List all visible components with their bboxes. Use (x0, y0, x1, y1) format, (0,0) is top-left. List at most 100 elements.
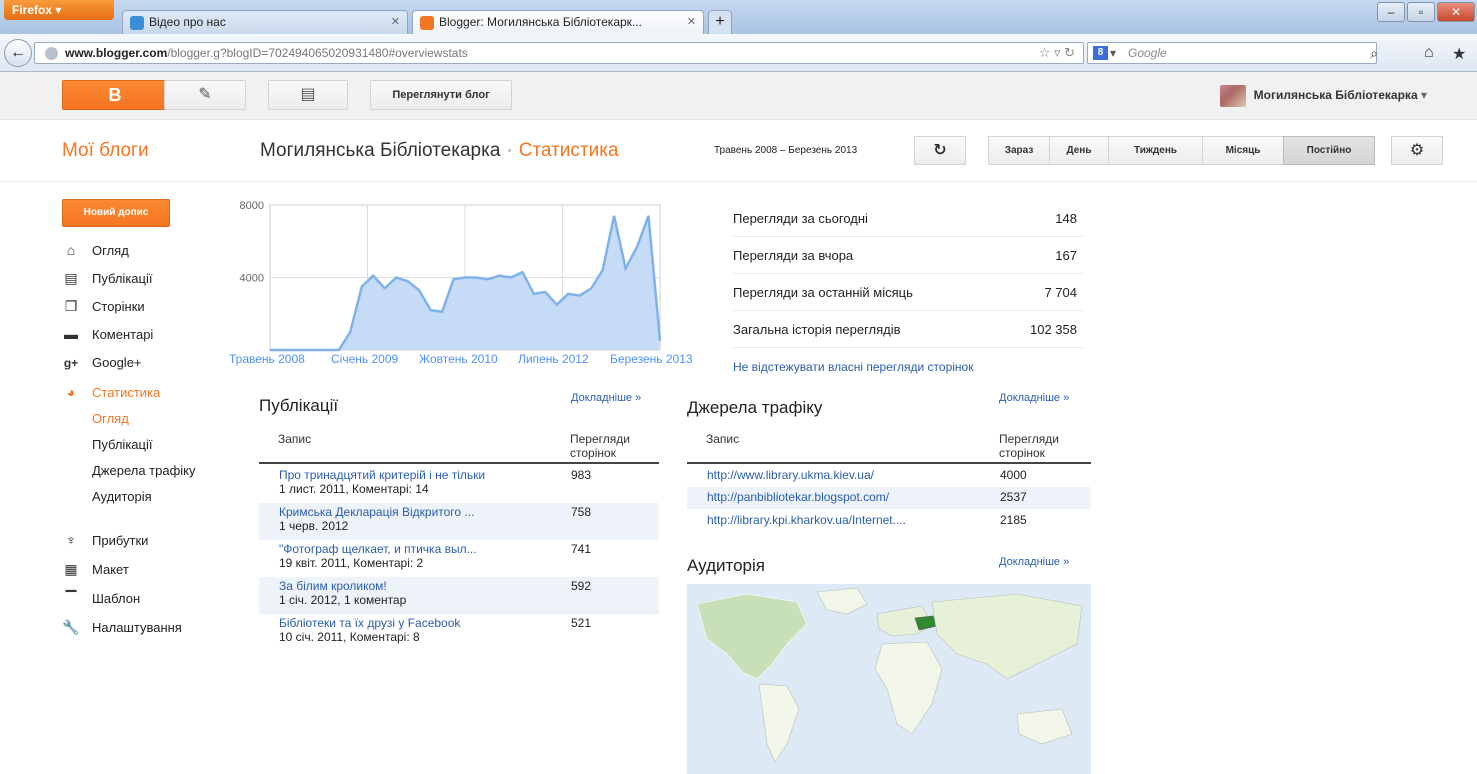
wrench-icon: 🔧 (62, 619, 80, 635)
traffic-section-title: Джерела трафіку (687, 398, 823, 417)
post-link[interactable]: За білим кроликом! (279, 579, 387, 593)
tab-blogger[interactable]: Blogger: Могилянська Бібліотекарк... ✕ (412, 10, 704, 34)
posts-table-rule (259, 462, 659, 464)
maximize-button[interactable]: ▫ (1407, 2, 1435, 22)
chart-point (648, 215, 649, 217)
post-link[interactable]: Кримська Декларація Відкритого ... (279, 505, 474, 519)
new-tab-button[interactable]: + (708, 10, 732, 34)
traffic-source-link[interactable]: http://library.kpi.kharkov.ua/Internet..… (707, 513, 906, 527)
period-now-button[interactable]: Зараз (988, 136, 1050, 165)
chart-point (487, 278, 489, 280)
stat-row-month: Перегляди за останній місяць 7 704 (733, 274, 1083, 311)
sidebar-item-google-plus[interactable]: g+ Google+ (62, 355, 142, 370)
home-icon: ⌂ (66, 242, 76, 258)
period-day-button[interactable]: День (1049, 136, 1109, 165)
blogger-favicon-icon (420, 16, 434, 30)
tab-label: Blogger: Могилянська Бібліотекарк... (439, 15, 642, 29)
period-alltime-button[interactable]: Постійно (1283, 136, 1375, 165)
sidebar-sub-posts[interactable]: Публікації (92, 437, 152, 452)
new-post-pencil-button[interactable]: ✎ (164, 80, 246, 110)
back-button[interactable]: ← (4, 39, 32, 67)
new-post-button[interactable]: Новий допис (62, 199, 170, 227)
traffic-source-link[interactable]: http://www.library.ukma.kiev.ua/ (707, 468, 874, 482)
audience-world-map (687, 584, 1091, 774)
stat-row-yesterday: Перегляди за вчора 167 (733, 237, 1083, 274)
close-window-button[interactable]: ✕ (1437, 2, 1475, 22)
post-link[interactable]: Бібліотеки та їх друзі у Facebook (279, 616, 460, 630)
chart-point (556, 304, 558, 306)
post-meta: 1 лист. 2011, Коментарі: 14 (279, 482, 429, 496)
sidebar-item-posts[interactable]: ▤ Публікації (62, 270, 152, 287)
traffic-more-link[interactable]: Докладніше » (999, 392, 1069, 404)
sidebar-item-settings[interactable]: 🔧 Налаштування (62, 619, 182, 636)
address-bar[interactable]: www.blogger.com/blogger.g?blogID=7024940… (34, 42, 1084, 64)
blogger-toolbar: B ✎ ▤ Переглянути блог Могилянська Біблі… (0, 72, 1477, 120)
posts-list-button[interactable]: ▤ (268, 80, 348, 110)
chart-point (292, 349, 294, 351)
traffic-source-link[interactable]: http://panbibliotekar.blogspot.com/ (707, 490, 889, 504)
my-blogs-link[interactable]: Мої блоги (62, 140, 149, 162)
refresh-icon: ↻ (933, 142, 947, 159)
gear-icon: ⚙ (1409, 142, 1425, 159)
audience-more-link[interactable]: Докладніше » (999, 556, 1069, 568)
sidebar-sub-audience[interactable]: Аудиторія (92, 489, 152, 504)
google-plus-icon: g+ (63, 356, 79, 370)
post-link[interactable]: Про тринадцятий критерій і не тільки (279, 468, 485, 482)
template-icon: ▔ (65, 590, 77, 606)
minimize-button[interactable]: ‒ (1377, 2, 1405, 22)
period-week-button[interactable]: Тиждень (1108, 136, 1203, 165)
google-search-engine-icon[interactable]: 8 (1093, 46, 1108, 60)
posts-col-views: Перегляди сторінок (570, 432, 630, 460)
posts-more-link[interactable]: Докладніше » (571, 392, 641, 404)
avatar (1219, 85, 1246, 107)
layout-icon: ▦ (64, 561, 78, 577)
chart-point (395, 277, 397, 278)
sidebar-item-template[interactable]: ▔ Шаблон (62, 590, 141, 607)
firefox-menu-button[interactable]: Firefox ▾ (4, 0, 114, 20)
post-link[interactable]: "Фотограф щелкает, и птичка выл... (279, 542, 477, 556)
settings-button[interactable]: ⚙ (1391, 136, 1443, 165)
dont-track-own-views-link[interactable]: Не відстежувати власні перегляди сторіно… (733, 360, 973, 374)
search-icon[interactable]: ⌕ (1370, 43, 1378, 63)
sidebar-item-pages[interactable]: ❐ Сторінки (62, 298, 145, 315)
sidebar-sub-traffic[interactable]: Джерела трафіку (92, 463, 196, 478)
stat-label: Перегляди за вчора (733, 248, 854, 263)
tab-label: Відео про нас (149, 15, 226, 29)
trophy-icon: ♆ (65, 532, 77, 548)
chart-x-label: Жовтень 2010 (419, 352, 498, 366)
sidebar-item-label: Налаштування (92, 620, 182, 635)
sidebar-item-earnings[interactable]: ♆ Прибутки (62, 532, 149, 548)
close-tab-icon[interactable]: ✕ (391, 15, 400, 28)
blogger-logo-button[interactable]: B (62, 80, 168, 110)
chart-x-label: Січень 2009 (331, 352, 399, 366)
search-box[interactable]: 8 ▾ Google ⌕ (1087, 42, 1378, 64)
view-blog-button[interactable]: Переглянути блог (370, 80, 512, 110)
chart-point (349, 331, 351, 333)
sidebar-item-overview[interactable]: ⌂ Огляд (62, 242, 129, 258)
traffic-views: 2185 (1000, 513, 1027, 527)
bookmark-star-icon[interactable]: ☆ ▿ ↻ (1039, 43, 1075, 63)
posts-section-title: Публікації (259, 396, 339, 415)
browser-tab-bar: Firefox ▾ Відео про нас ✕ Blogger: Могил… (0, 0, 1477, 34)
table-row: "Фотограф щелкает, и птичка выл... 19 кві… (259, 540, 659, 577)
sidebar-item-stats[interactable]: ◕ Статистика (62, 384, 161, 400)
sidebar-sub-overview[interactable]: Огляд (92, 411, 129, 426)
chart-point (464, 277, 466, 278)
period-month-button[interactable]: Місяць (1202, 136, 1284, 165)
browser-nav-bar: ← www.blogger.com/blogger.g?blogID=70249… (0, 34, 1477, 72)
close-tab-icon[interactable]: ✕ (687, 15, 696, 28)
bookmarks-icon[interactable]: ★ (1452, 44, 1466, 64)
chart-x-label: Липень 2012 (518, 352, 589, 366)
post-views: 592 (571, 579, 592, 593)
sidebar-item-comments[interactable]: ▬ Коментарі (62, 326, 153, 342)
user-menu[interactable]: Могилянська Бібліотекарка ▾ (1219, 85, 1427, 107)
globe-icon (45, 47, 58, 60)
refresh-button[interactable]: ↻ (914, 136, 966, 165)
chart-point (441, 311, 443, 313)
tab-video[interactable]: Відео про нас ✕ (122, 10, 408, 34)
home-icon[interactable]: ⌂ (1424, 44, 1434, 62)
sidebar-item-layout[interactable]: ▦ Макет (62, 561, 128, 578)
chart-point (372, 275, 374, 277)
stat-value: 7 704 (1044, 285, 1077, 300)
chart-point (567, 293, 569, 295)
